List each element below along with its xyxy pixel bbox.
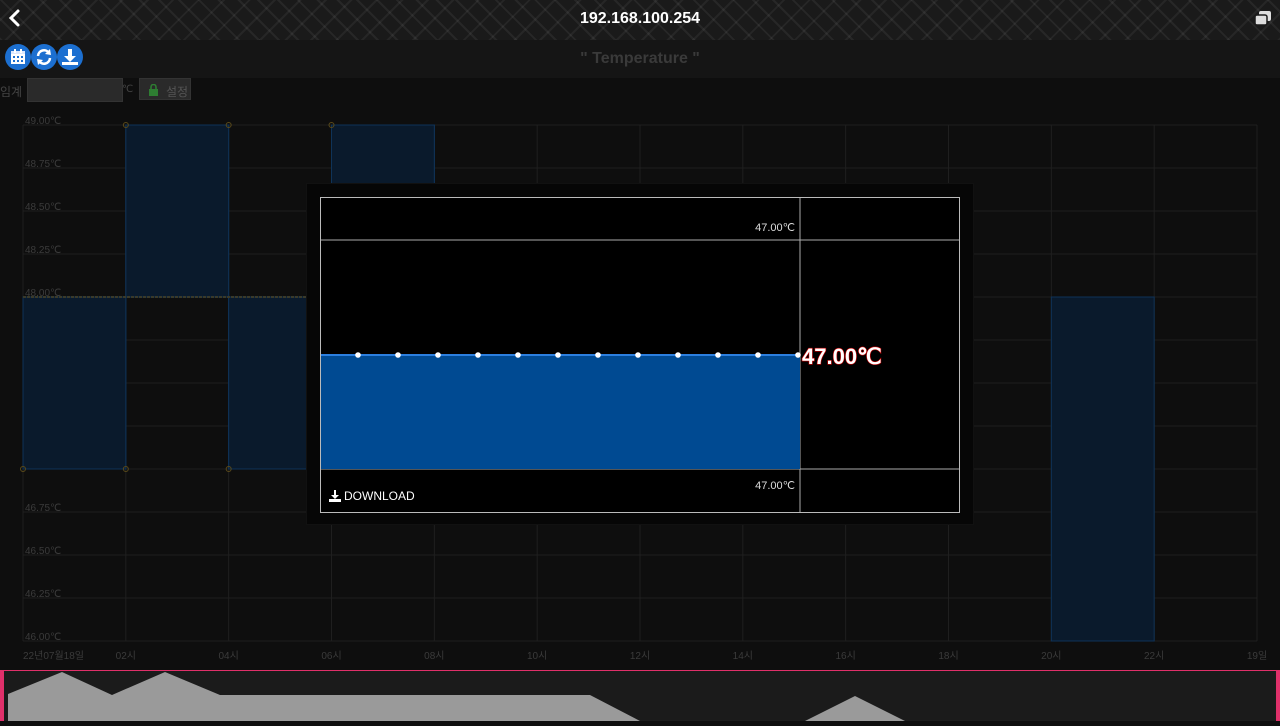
y-tick-label: 48.25℃ [25,245,61,256]
page-title: 192.168.100.254 [579,10,701,27]
zoom-point [475,352,481,358]
zoom-point [595,352,601,358]
y-tick-label: 46.50℃ [25,546,61,557]
zoom-bottom-label: 47.00℃ [755,480,795,492]
zoom-point [795,352,801,358]
series-bar [125,124,230,298]
x-tick-label: 22년07월18일 [23,650,84,662]
threshold-input[interactable] [27,78,123,102]
zoom-chart-frame: 47.00℃ 47.00℃ 47.00℃ DOWNLOAD [320,197,960,513]
y-tick-label: 46.00℃ [25,632,61,643]
y-tick-label: 48.50℃ [25,202,61,213]
zoom-point [715,352,721,358]
window-restore-icon [1254,11,1271,26]
x-tick-label: 22시 [1144,650,1164,662]
download-label: DOWNLOAD [344,489,415,503]
x-tick-label: 08시 [424,650,444,662]
zoom-point [515,352,521,358]
download-link[interactable]: DOWNLOAD [329,489,415,503]
threshold-set-button[interactable]: 설정 [139,78,191,100]
threshold-label: 임계 [0,85,23,99]
x-tick-label: 18시 [938,650,958,662]
window-restore-button[interactable] [1254,10,1272,26]
x-tick-label: 16시 [836,650,856,662]
zoom-point [755,352,761,358]
threshold-unit: ℃ [122,84,134,95]
y-tick-label: 49.00℃ [25,116,61,127]
navigator-right-handle[interactable] [1276,671,1280,721]
series-bar [22,296,127,470]
x-tick-label: 02시 [116,650,136,662]
y-tick-label: 46.75℃ [25,503,61,514]
x-tick-label: 14시 [733,650,753,662]
zoom-chart[interactable]: 47.00℃ 47.00℃ 47.00℃ [321,198,959,512]
zoom-point [355,352,361,358]
x-tick-label: 10시 [527,650,547,662]
toolbar: " Temperature " [0,40,1280,78]
x-tick-label: 12시 [630,650,650,662]
navigator-left-handle[interactable] [0,671,4,721]
zoom-value-label: 47.00℃ [802,344,882,369]
x-tick-label: 06시 [321,650,341,662]
navigator-chart [8,672,905,721]
zoom-point [675,352,681,358]
x-tick-label: 19일 [1247,650,1267,662]
download-icon [329,490,341,502]
threshold-set-label: 설정 [166,85,189,99]
zoom-point [395,352,401,358]
x-tick-label: 20시 [1041,650,1061,662]
x-tick-label: 04시 [219,650,239,662]
zoom-point [435,352,441,358]
navigator-area [8,672,640,721]
lock-icon [149,84,158,96]
zoom-modal: 47.00℃ 47.00℃ 47.00℃ DOWNLOAD [307,184,973,524]
navigator-area [805,696,905,721]
zoom-point [635,352,641,358]
y-tick-label: 46.25℃ [25,589,61,600]
zoom-point [555,352,561,358]
top-bar: 192.168.100.254 [0,0,1280,40]
zoom-area [321,355,800,469]
range-navigator[interactable] [0,670,1280,721]
chart-subtitle: " Temperature " [580,50,700,67]
zoom-top-label: 47.00℃ [755,222,795,234]
y-tick-label: 48.75℃ [25,159,61,170]
dip-bar [1050,296,1155,642]
